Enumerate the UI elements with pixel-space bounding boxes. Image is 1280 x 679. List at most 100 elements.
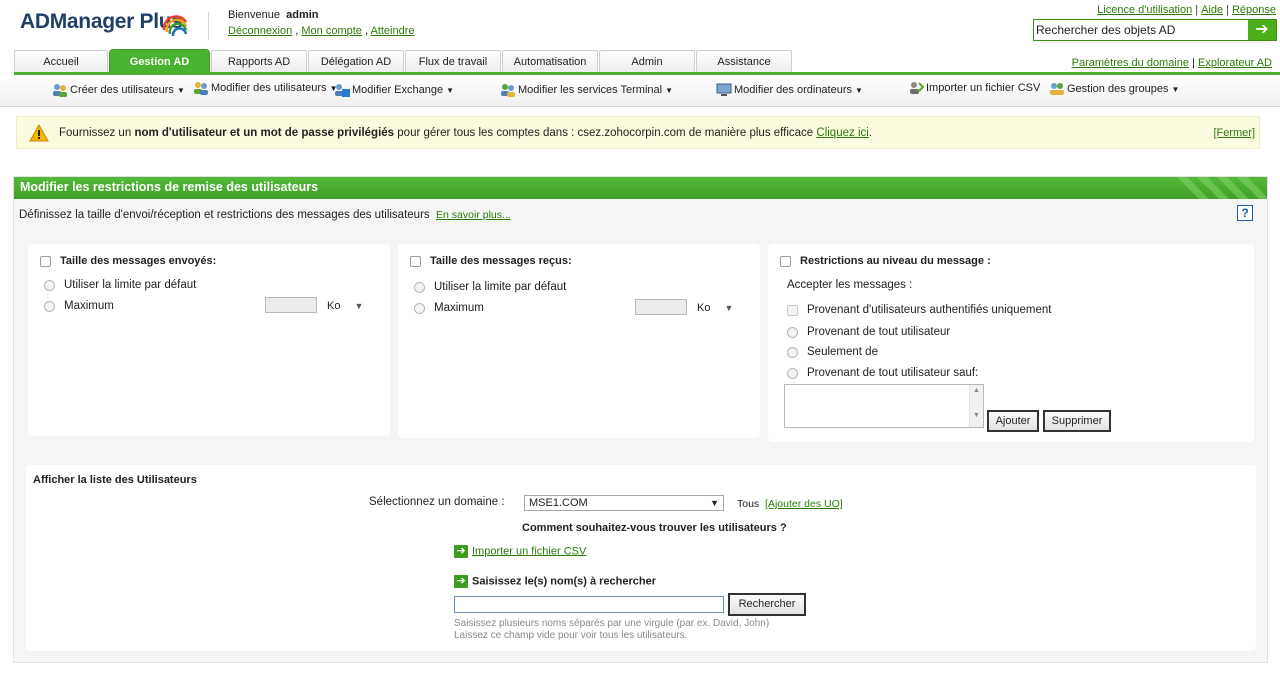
only-from-label: Seulement de	[807, 346, 878, 358]
import-csv-link[interactable]: Importer un fichier CSV	[472, 545, 586, 557]
sent-max-label: Maximum	[64, 300, 114, 312]
received-unit-select[interactable]: Ko ▼	[697, 302, 733, 314]
select-domain-label: Sélectionnez un domaine :	[369, 496, 505, 508]
tab-rapports-ad[interactable]: Rapports AD	[211, 50, 307, 73]
logout-link[interactable]: Déconnexion	[228, 25, 292, 37]
restrictions-checkbox[interactable]	[780, 255, 791, 267]
click-here-link[interactable]: Cliquez ici	[816, 127, 868, 139]
toolbar-label: Modifier Exchange	[352, 84, 444, 96]
senders-list[interactable]: ▲ ▼	[784, 384, 984, 428]
header-stripes	[1177, 177, 1267, 199]
license-link[interactable]: Licence d'utilisation	[1097, 4, 1192, 16]
sent-default-radio[interactable]	[44, 279, 55, 291]
tab-flux-de-travail[interactable]: Flux de travail	[405, 50, 501, 73]
scroll-down-icon: ▼	[973, 412, 980, 419]
close-warning-link[interactable]: [Fermer]	[1213, 127, 1255, 139]
received-default-label: Utiliser la limite par défaut	[434, 281, 567, 293]
tab-accueil[interactable]: Accueil	[14, 50, 108, 73]
sent-size-checkbox[interactable]	[40, 255, 51, 267]
enter-names-option: ➔ Saisissez le(s) nom(s) à rechercher	[454, 575, 656, 588]
tab-assistance[interactable]: Assistance	[696, 50, 792, 73]
action-toolbar: Créer des utilisateurs ▼ Modifier des uti…	[0, 76, 1280, 107]
tab-admin[interactable]: Admin	[599, 50, 695, 73]
from-all-label: Provenant de tout utilisateur	[807, 326, 951, 338]
received-max-radio[interactable]	[414, 302, 425, 314]
toolbar-create-users[interactable]: Créer des utilisateurs ▼	[52, 83, 185, 97]
add-ou-link[interactable]: [Ajouter des UO]	[765, 498, 843, 510]
panel-title: Modifier les restrictions de remise des …	[20, 180, 319, 194]
all-except-radio[interactable]	[787, 367, 798, 379]
all-except-label: Provenant de tout utilisateur sauf:	[807, 367, 979, 379]
help-icon[interactable]: ?	[1237, 205, 1253, 221]
warning-icon	[29, 124, 49, 142]
main-tabs: Accueil Gestion AD Rapports AD Délégatio…	[14, 49, 793, 73]
goto-link[interactable]: Atteindre	[370, 25, 414, 37]
toolbar-import-csv[interactable]: Importer un fichier CSV	[908, 81, 1040, 95]
panel-header: Modifier les restrictions de remise des …	[14, 177, 1267, 199]
toolbar-modify-terminal[interactable]: Modifier les services Terminal ▼	[500, 83, 673, 97]
message-restrictions-box: Restrictions au niveau du message : Acce…	[768, 244, 1254, 442]
user-names-input[interactable]	[454, 596, 724, 613]
toolbar-group-management[interactable]: Gestion des groupes ▼	[1049, 82, 1179, 96]
add-button[interactable]: Ajouter	[987, 410, 1039, 432]
domain-settings-link[interactable]: Paramètres du domaine	[1072, 57, 1189, 69]
ad-explorer-link[interactable]: Explorateur AD	[1198, 57, 1272, 69]
my-account-link[interactable]: Mon compte	[301, 25, 362, 37]
tab-gestion-ad[interactable]: Gestion AD	[109, 49, 210, 73]
received-max-input[interactable]	[635, 299, 687, 315]
remove-button[interactable]: Supprimer	[1043, 410, 1111, 432]
tabs-underline	[14, 72, 1280, 75]
logo-text: ADManager Plus	[20, 10, 183, 33]
learn-more-link[interactable]: En savoir plus...	[436, 209, 511, 221]
tab-delegation-ad[interactable]: Délégation AD	[308, 50, 404, 73]
help-link[interactable]: Aide	[1201, 4, 1223, 16]
received-unit-label: Ko	[697, 302, 711, 314]
logo-arc-icon	[162, 15, 188, 37]
toolbar-modify-exchange[interactable]: Modifier Exchange ▼	[334, 83, 454, 97]
computer-icon	[716, 83, 732, 97]
received-size-checkbox[interactable]	[410, 255, 421, 267]
domain-links: Paramètres du domaine | Explorateur AD	[1071, 57, 1272, 69]
sent-size-title: Taille des messages envoyés:	[60, 255, 217, 267]
warning-text: Fournissez un nom d'utilisateur et un mo…	[59, 127, 872, 139]
accept-messages-label: Accepter les messages :	[787, 279, 912, 291]
toolbar-modify-computers[interactable]: Modifier des ordinateurs ▼	[716, 83, 863, 97]
sent-default-label: Utiliser la limite par défaut	[64, 279, 197, 291]
received-default-option: Utiliser la limite par défaut	[414, 281, 566, 293]
all-ous-label: Tous	[737, 498, 760, 510]
toolbar-label: Importer un fichier CSV	[926, 82, 1041, 94]
panel-description: Définissez la taille d'envoi/réception e…	[19, 209, 511, 221]
received-default-radio[interactable]	[414, 281, 425, 293]
domain-select[interactable]: MSE1.COM ▼	[524, 495, 724, 511]
sent-max-radio[interactable]	[44, 300, 55, 312]
admanager-logo[interactable]: ADManager Plus	[20, 10, 190, 48]
warning-pre: Fournissez un	[59, 127, 135, 139]
caret-down-icon: ▼	[1171, 84, 1180, 94]
how-to-find-heading: Comment souhaitez-vous trouver les utili…	[522, 522, 787, 534]
toolbar-modify-users[interactable]: Modifier des utilisateurs ▼	[193, 81, 337, 95]
received-max-option: Maximum	[414, 302, 484, 314]
auth-only-checkbox[interactable]	[787, 304, 798, 316]
caret-down-icon: ▼	[446, 85, 455, 95]
list-scrollbar[interactable]: ▲ ▼	[969, 385, 983, 427]
from-all-radio[interactable]	[787, 326, 798, 338]
ad-search-box: ➔	[1033, 19, 1277, 41]
exchange-icon	[334, 83, 350, 97]
response-link[interactable]: Réponse	[1232, 4, 1276, 16]
search-go-button[interactable]: ➔	[1248, 20, 1276, 40]
caret-down-icon: ▼	[176, 85, 185, 95]
auth-only-label: Provenant d'utilisateurs authentifiés un…	[807, 304, 1052, 316]
welcome-text: Bienvenue admin	[228, 9, 319, 21]
scroll-up-icon: ▲	[973, 387, 980, 394]
search-users-button[interactable]: Rechercher	[728, 593, 806, 616]
sent-unit-select[interactable]: Ko ▼	[327, 300, 363, 312]
caret-down-icon: ▼	[855, 85, 863, 95]
ad-search-input[interactable]	[1034, 20, 1248, 40]
sent-size-box: Taille des messages envoyés: Utiliser la…	[28, 244, 390, 436]
username: admin	[286, 9, 319, 21]
tab-automatisation[interactable]: Automatisation	[502, 50, 598, 73]
domain-value: MSE1.COM	[529, 497, 588, 509]
only-from-radio[interactable]	[787, 346, 798, 358]
accept-text: Accepter les messages :	[787, 279, 913, 291]
sent-max-input[interactable]	[265, 297, 317, 313]
